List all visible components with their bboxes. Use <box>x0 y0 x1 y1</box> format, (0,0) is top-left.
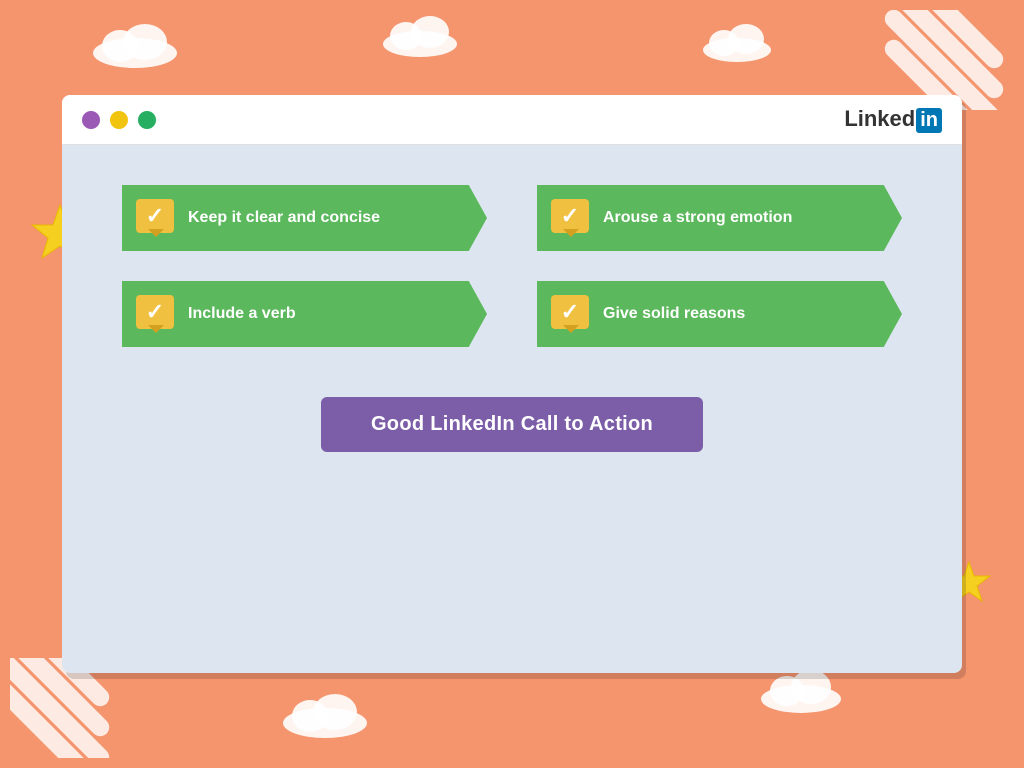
window-dot-yellow[interactable] <box>110 111 128 129</box>
checkbox-icon-2 <box>551 199 591 237</box>
window-dot-purple[interactable] <box>82 111 100 129</box>
checkmark-2 <box>551 199 589 233</box>
checkbox-icon-1 <box>136 199 176 237</box>
checklist-item-3: Include a verb <box>122 281 487 347</box>
stripes-bottom-left-decoration <box>10 658 130 758</box>
cloud-top-right-area <box>700 20 775 62</box>
checklist-item-2: Arouse a strong emotion <box>537 185 902 251</box>
checkmark-triangle-3 <box>148 325 164 333</box>
checkmark-1 <box>136 199 174 233</box>
checklist-grid: Keep it clear and concise Arouse a stron… <box>122 185 902 347</box>
checkbox-icon-4 <box>551 295 591 333</box>
checkmark-triangle-4 <box>563 325 579 333</box>
linkedin-logo: Linkedin <box>844 106 942 133</box>
browser-window: Linkedin Keep it clear and concise Arous… <box>62 95 962 673</box>
checkmark-triangle-1 <box>148 229 164 237</box>
linkedin-in-box: in <box>916 108 942 133</box>
cta-button[interactable]: Good LinkedIn Call to Action <box>321 397 703 452</box>
item-label-2: Arouse a strong emotion <box>603 209 792 227</box>
linkedin-text: Linked <box>844 106 915 131</box>
checklist-item-1: Keep it clear and concise <box>122 185 487 251</box>
checklist-item-4: Give solid reasons <box>537 281 902 347</box>
item-label-3: Include a verb <box>188 305 296 323</box>
browser-titlebar: Linkedin <box>62 95 962 145</box>
item-label-1: Keep it clear and concise <box>188 209 380 227</box>
checkbox-icon-3 <box>136 295 176 333</box>
cloud-top-left <box>90 18 180 68</box>
item-label-4: Give solid reasons <box>603 305 745 323</box>
cloud-top-center <box>380 12 460 57</box>
cloud-bottom-center-left <box>280 688 370 738</box>
checkmark-3 <box>136 295 174 329</box>
checkmark-4 <box>551 295 589 329</box>
window-dot-green[interactable] <box>138 111 156 129</box>
window-controls <box>82 111 156 129</box>
checkmark-triangle-2 <box>563 229 579 237</box>
browser-content: Keep it clear and concise Arouse a stron… <box>62 145 962 492</box>
